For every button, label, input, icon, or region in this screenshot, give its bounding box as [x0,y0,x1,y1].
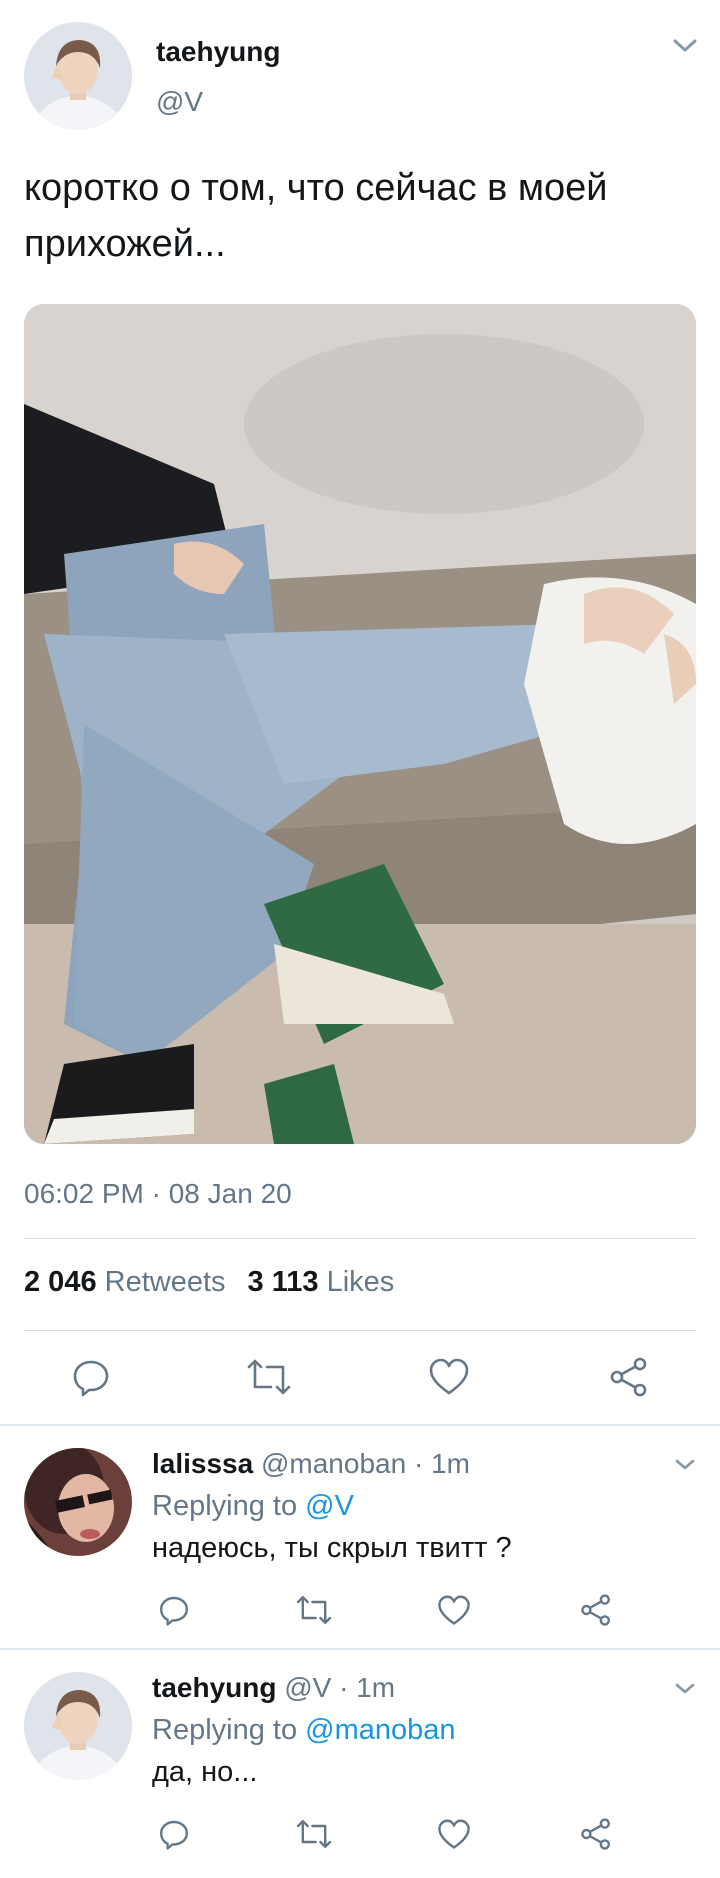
reply-meta[interactable]: @manoban · 1m [261,1448,470,1479]
retweet-button[interactable] [294,1590,334,1630]
likes-count: 3 113 [247,1266,319,1298]
avatar[interactable] [24,22,132,130]
share-button[interactable] [606,1354,652,1400]
share-icon [581,1594,611,1626]
divider [24,1238,696,1239]
retweet-button[interactable] [246,1354,292,1400]
like-button[interactable] [434,1590,474,1630]
reply-author-name[interactable]: taehyung [152,1672,276,1703]
replying-to: Replying to @manoban [152,1714,456,1747]
share-icon [581,1818,611,1850]
chevron-down-icon[interactable] [672,38,698,54]
replying-label: Replying to [152,1490,298,1522]
retweets-count: 2 046 [24,1266,97,1298]
reply-icon [160,1820,188,1850]
reply-header: taehyung @V · 1m [152,1672,395,1704]
retweets-stat[interactable]: 2 046 Retweets [24,1266,226,1298]
tweet-stats: 2 046 Retweets 3 113 Likes [24,1266,394,1299]
heart-icon [438,1595,470,1625]
reply-author-name[interactable]: lalisssa [152,1448,253,1479]
like-button[interactable] [426,1354,472,1400]
tweet-photo[interactable] [24,304,696,1144]
author-name[interactable]: taehyung [156,36,280,68]
retweet-icon [296,1596,332,1624]
share-icon [610,1357,647,1397]
heart-icon [429,1358,469,1395]
retweet-icon [296,1820,332,1848]
reply-text: надеюсь, ты скрыл твитт ? [152,1532,512,1564]
reply-tweet[interactable]: lalisssa @manoban · 1m Replying to @V на… [0,1426,720,1648]
avatar[interactable] [24,1672,132,1780]
likes-stat[interactable]: 3 113 Likes [248,1266,395,1298]
author-handle[interactable]: @V [156,86,203,118]
main-tweet: taehyung @V коротко о том, что сейчас в … [0,0,720,1425]
reply-button[interactable] [68,1354,114,1400]
chevron-down-icon[interactable] [674,1682,700,1698]
reply-icon [73,1360,109,1397]
mention-link[interactable]: @manoban [305,1714,455,1746]
retweet-button[interactable] [294,1814,334,1854]
reply-meta[interactable]: @V · 1m [284,1672,395,1703]
heart-icon [438,1819,470,1849]
share-button[interactable] [576,1814,616,1854]
reply-icon [160,1596,188,1626]
avatar[interactable] [24,1448,132,1556]
chevron-down-icon[interactable] [674,1458,700,1474]
reply-button[interactable] [154,1590,194,1630]
reply-button[interactable] [154,1814,194,1854]
share-button[interactable] [576,1590,616,1630]
like-button[interactable] [434,1814,474,1854]
retweets-label: Retweets [104,1266,226,1298]
retweet-icon [247,1359,291,1395]
replying-label: Replying to [152,1714,298,1746]
divider [24,1330,696,1331]
replying-to: Replying to @V [152,1490,354,1523]
tweet-text: коротко о том, что сейчас в моей прихоже… [24,167,608,265]
reply-header: lalisssa @manoban · 1m [152,1448,470,1480]
reply-text: да, но... [152,1756,258,1788]
reply-tweet[interactable]: taehyung @V · 1m Replying to @manoban да… [0,1650,720,1876]
mention-link[interactable]: @V [305,1490,354,1522]
tweet-timestamp[interactable]: 06:02 PM · 08 Jan 20 [24,1178,292,1210]
likes-label: Likes [326,1266,395,1298]
